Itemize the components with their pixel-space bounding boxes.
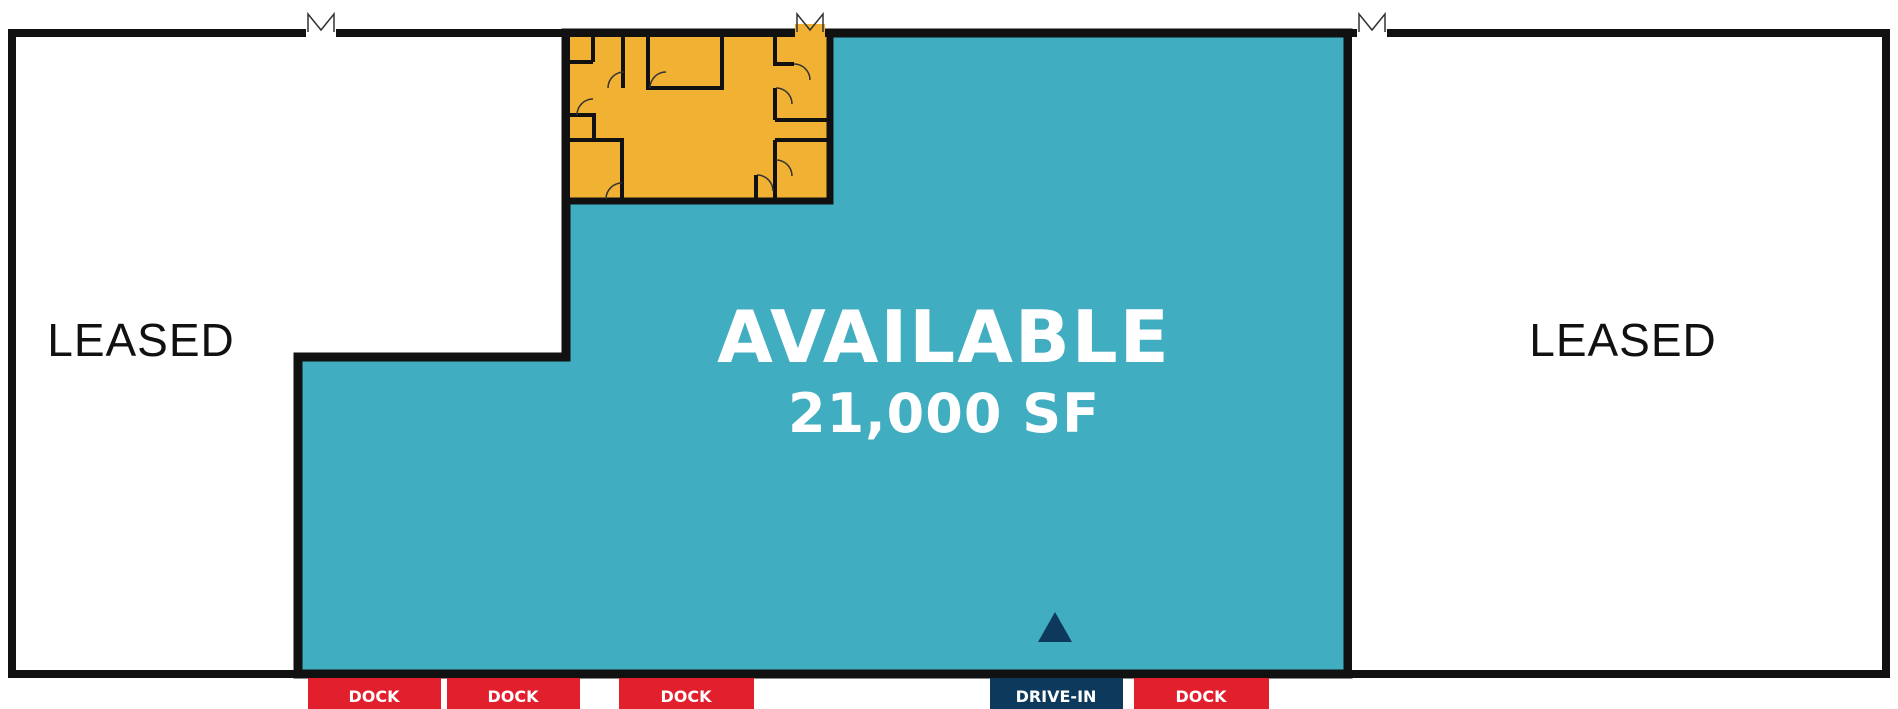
leased-left-label: LEASED bbox=[47, 314, 235, 366]
dock-door-3[interactable]: DOCK bbox=[619, 678, 754, 709]
floor-plan: LEASED LEASED AVAILABLE 21,000 SF DOCK D… bbox=[8, 11, 1890, 709]
available-label: AVAILABLE bbox=[717, 295, 1171, 379]
entry-door-right bbox=[1357, 11, 1387, 38]
available-area: 21,000 SF bbox=[788, 382, 1100, 445]
dock-door-2[interactable]: DOCK bbox=[447, 678, 580, 709]
drive-in-door[interactable]: DRIVE-IN bbox=[990, 678, 1123, 709]
office-area bbox=[566, 33, 834, 205]
entry-door-left bbox=[306, 11, 336, 38]
dock-door-label: DOCK bbox=[660, 687, 712, 706]
dock-door-4[interactable]: DOCK bbox=[1134, 678, 1269, 709]
dock-door-label: DOCK bbox=[1175, 687, 1227, 706]
dock-door-1[interactable]: DOCK bbox=[308, 678, 441, 709]
leased-right-label: LEASED bbox=[1529, 314, 1717, 366]
entry-door-center bbox=[795, 11, 825, 38]
dock-door-label: DOCK bbox=[348, 687, 400, 706]
drive-in-door-label: DRIVE-IN bbox=[1016, 687, 1097, 706]
dock-door-label: DOCK bbox=[487, 687, 539, 706]
